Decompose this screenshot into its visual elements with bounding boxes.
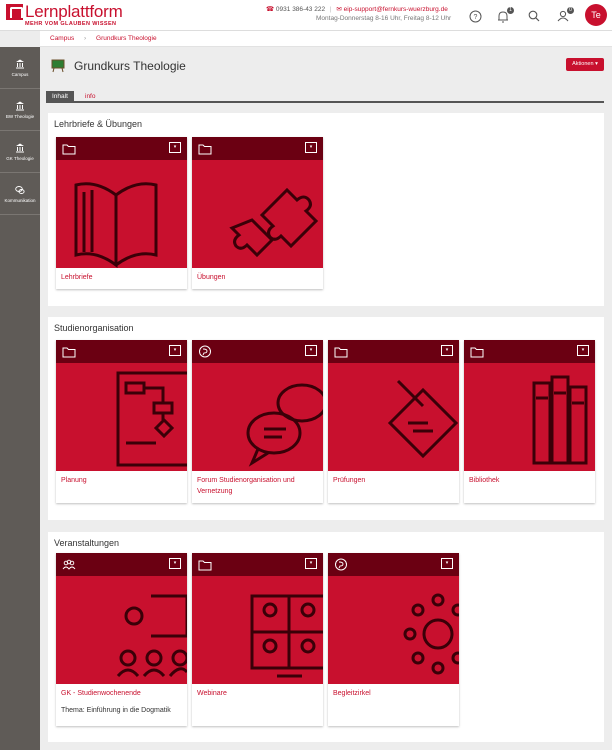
section-title: Lehrbriefe & Übungen bbox=[54, 119, 143, 129]
search-icon[interactable] bbox=[527, 9, 541, 23]
flowchart-icon bbox=[56, 363, 187, 471]
svg-text:?: ? bbox=[473, 14, 477, 21]
card-gk-studienwochenende[interactable]: ▾ GK - Studienwochenende Thema: Einführu… bbox=[56, 553, 187, 726]
phone-icon: ☎ bbox=[266, 6, 275, 13]
book-icon bbox=[56, 160, 187, 268]
support-email[interactable]: eip-support@fernkurs-wuerzburg.de bbox=[344, 6, 448, 13]
actions-label: Aktionen bbox=[572, 61, 594, 67]
card-label[interactable]: Forum Studienorganisation und Vernetzung bbox=[197, 475, 319, 497]
actions-button[interactable]: Aktionen ▾ bbox=[566, 58, 604, 71]
logo-title: Lernplattform bbox=[25, 2, 123, 21]
lernplattform-logo[interactable]: Lernplattform MEHR VOM GLAUBEN WISSEN bbox=[6, 3, 123, 27]
exam-icon bbox=[328, 363, 459, 471]
sidebar-item-label: Campus bbox=[11, 71, 29, 77]
section-title: Studienorganisation bbox=[54, 323, 134, 333]
card-label[interactable]: Begleitzirkel bbox=[333, 688, 455, 699]
institution-icon bbox=[16, 101, 24, 110]
group-icon bbox=[62, 559, 76, 570]
sidebar-item-gk-theologie[interactable]: GK Theologie bbox=[0, 131, 40, 173]
contact-line: ☎ 0931 386-43 222 | ✉ eip-support@fernku… bbox=[266, 6, 448, 13]
card-webinare[interactable]: ▾ Webinare bbox=[192, 553, 323, 726]
card-menu-button[interactable]: ▾ bbox=[169, 558, 181, 569]
card-menu-button[interactable]: ▾ bbox=[305, 558, 317, 569]
sidebar-item-campus[interactable]: Campus bbox=[0, 47, 40, 89]
card-menu-button[interactable]: ▾ bbox=[169, 345, 181, 356]
card-uebungen[interactable]: ▾ Übungen bbox=[192, 137, 323, 289]
notification-badge: 1 bbox=[507, 7, 514, 14]
contacts-icon[interactable]: 0 bbox=[556, 7, 574, 23]
institution-icon bbox=[16, 59, 24, 68]
card-menu-button[interactable]: ▾ bbox=[577, 345, 589, 356]
user-avatar[interactable]: Te bbox=[585, 4, 607, 26]
main-content: Grundkurs Theologie Aktionen ▾ Inhalt in… bbox=[40, 47, 612, 750]
sidebar-item-label: Kommunikation bbox=[4, 197, 36, 203]
card-menu-button[interactable]: ▾ bbox=[441, 558, 453, 569]
card-label[interactable]: Prüfungen bbox=[333, 475, 455, 486]
card-lehrbriefe[interactable]: ▾ Lehrbriefe bbox=[56, 137, 187, 289]
folder-icon bbox=[334, 347, 348, 358]
logo-mark-icon bbox=[6, 4, 23, 20]
chevron-right-icon: › bbox=[84, 35, 87, 42]
card-label[interactable]: Planung bbox=[61, 475, 183, 486]
caret-down-icon: ▾ bbox=[595, 61, 598, 67]
card-begleitzirkel[interactable]: ▾ Begleitzirkel bbox=[328, 553, 459, 726]
folder-icon bbox=[198, 560, 212, 571]
sidebar: Campus BW Theologie GK Theologie Kommuni… bbox=[0, 47, 40, 750]
webinar-icon bbox=[192, 576, 323, 684]
circle-group-icon bbox=[328, 576, 459, 684]
breadcrumb: Campus › Grundkurs Theologie bbox=[40, 31, 612, 47]
card-menu-button[interactable]: ▾ bbox=[441, 345, 453, 356]
card-label[interactable]: GK - Studienwochenende bbox=[61, 688, 183, 699]
phone-number[interactable]: 0931 386-43 222 bbox=[276, 6, 325, 13]
card-label[interactable]: Bibliothek bbox=[469, 475, 591, 486]
sidebar-item-label: GK Theologie bbox=[6, 155, 34, 161]
section-veranstaltungen: Veranstaltungen ▾ GK - Studienwochenende… bbox=[48, 532, 604, 742]
section-studienorganisation: Studienorganisation ▾ Planung ▾ Forum St… bbox=[48, 317, 604, 520]
card-menu-button[interactable]: ▾ bbox=[169, 142, 181, 153]
forum-icon bbox=[199, 345, 211, 358]
chat-icon bbox=[15, 185, 25, 194]
breadcrumb-current[interactable]: Grundkurs Theologie bbox=[96, 35, 157, 42]
institution-icon bbox=[16, 143, 24, 152]
card-menu-button[interactable]: ▾ bbox=[305, 345, 317, 356]
bell-icon[interactable]: 1 bbox=[496, 7, 514, 23]
sidebar-item-kommunikation[interactable]: Kommunikation bbox=[0, 173, 40, 215]
card-forum-studienorganisation[interactable]: ▾ Forum Studienorganisation und Vernetzu… bbox=[192, 340, 323, 503]
contacts-badge: 0 bbox=[567, 7, 574, 14]
section-title: Veranstaltungen bbox=[54, 538, 120, 548]
folder-icon bbox=[198, 144, 212, 155]
card-description: Thema: Einführung in die Dogmatik bbox=[61, 707, 171, 714]
folder-icon bbox=[470, 347, 484, 358]
breadcrumb-campus[interactable]: Campus bbox=[50, 35, 74, 42]
tab-inhalt[interactable]: Inhalt bbox=[46, 91, 74, 103]
help-icon[interactable]: ? bbox=[468, 9, 482, 23]
chalkboard-icon bbox=[51, 59, 65, 73]
card-planung[interactable]: ▾ Planung bbox=[56, 340, 187, 503]
card-label[interactable]: Übungen bbox=[197, 272, 319, 283]
sidebar-item-label: BW Theologie bbox=[5, 113, 35, 119]
page-title: Grundkurs Theologie bbox=[74, 59, 186, 73]
card-pruefungen[interactable]: ▾ Prüfungen bbox=[328, 340, 459, 503]
sidebar-item-bw-theologie[interactable]: BW Theologie bbox=[0, 89, 40, 131]
books-icon bbox=[464, 363, 595, 471]
card-bibliothek[interactable]: ▾ Bibliothek bbox=[464, 340, 595, 503]
card-label[interactable]: Lehrbriefe bbox=[61, 272, 183, 283]
folder-icon bbox=[62, 144, 76, 155]
section-lehrbriefe: Lehrbriefe & Übungen ▾ Lehrbriefe ▾ Übun… bbox=[48, 113, 604, 306]
chat-bubbles-icon bbox=[192, 363, 323, 471]
top-header: Lernplattform MEHR VOM GLAUBEN WISSEN ☎ … bbox=[0, 0, 612, 31]
puzzle-icon bbox=[192, 160, 323, 268]
tab-info[interactable]: info bbox=[79, 91, 101, 103]
presentation-icon bbox=[56, 576, 187, 684]
forum-icon bbox=[335, 558, 347, 571]
mail-icon: ✉ bbox=[336, 6, 342, 13]
logo-subtitle: MEHR VOM GLAUBEN WISSEN bbox=[25, 21, 117, 27]
card-label[interactable]: Webinare bbox=[197, 688, 319, 699]
tab-bar: Inhalt info bbox=[46, 91, 604, 103]
office-hours: Montag-Donnerstag 8-16 Uhr, Freitag 8-12… bbox=[316, 15, 452, 22]
folder-icon bbox=[62, 347, 76, 358]
card-menu-button[interactable]: ▾ bbox=[305, 142, 317, 153]
